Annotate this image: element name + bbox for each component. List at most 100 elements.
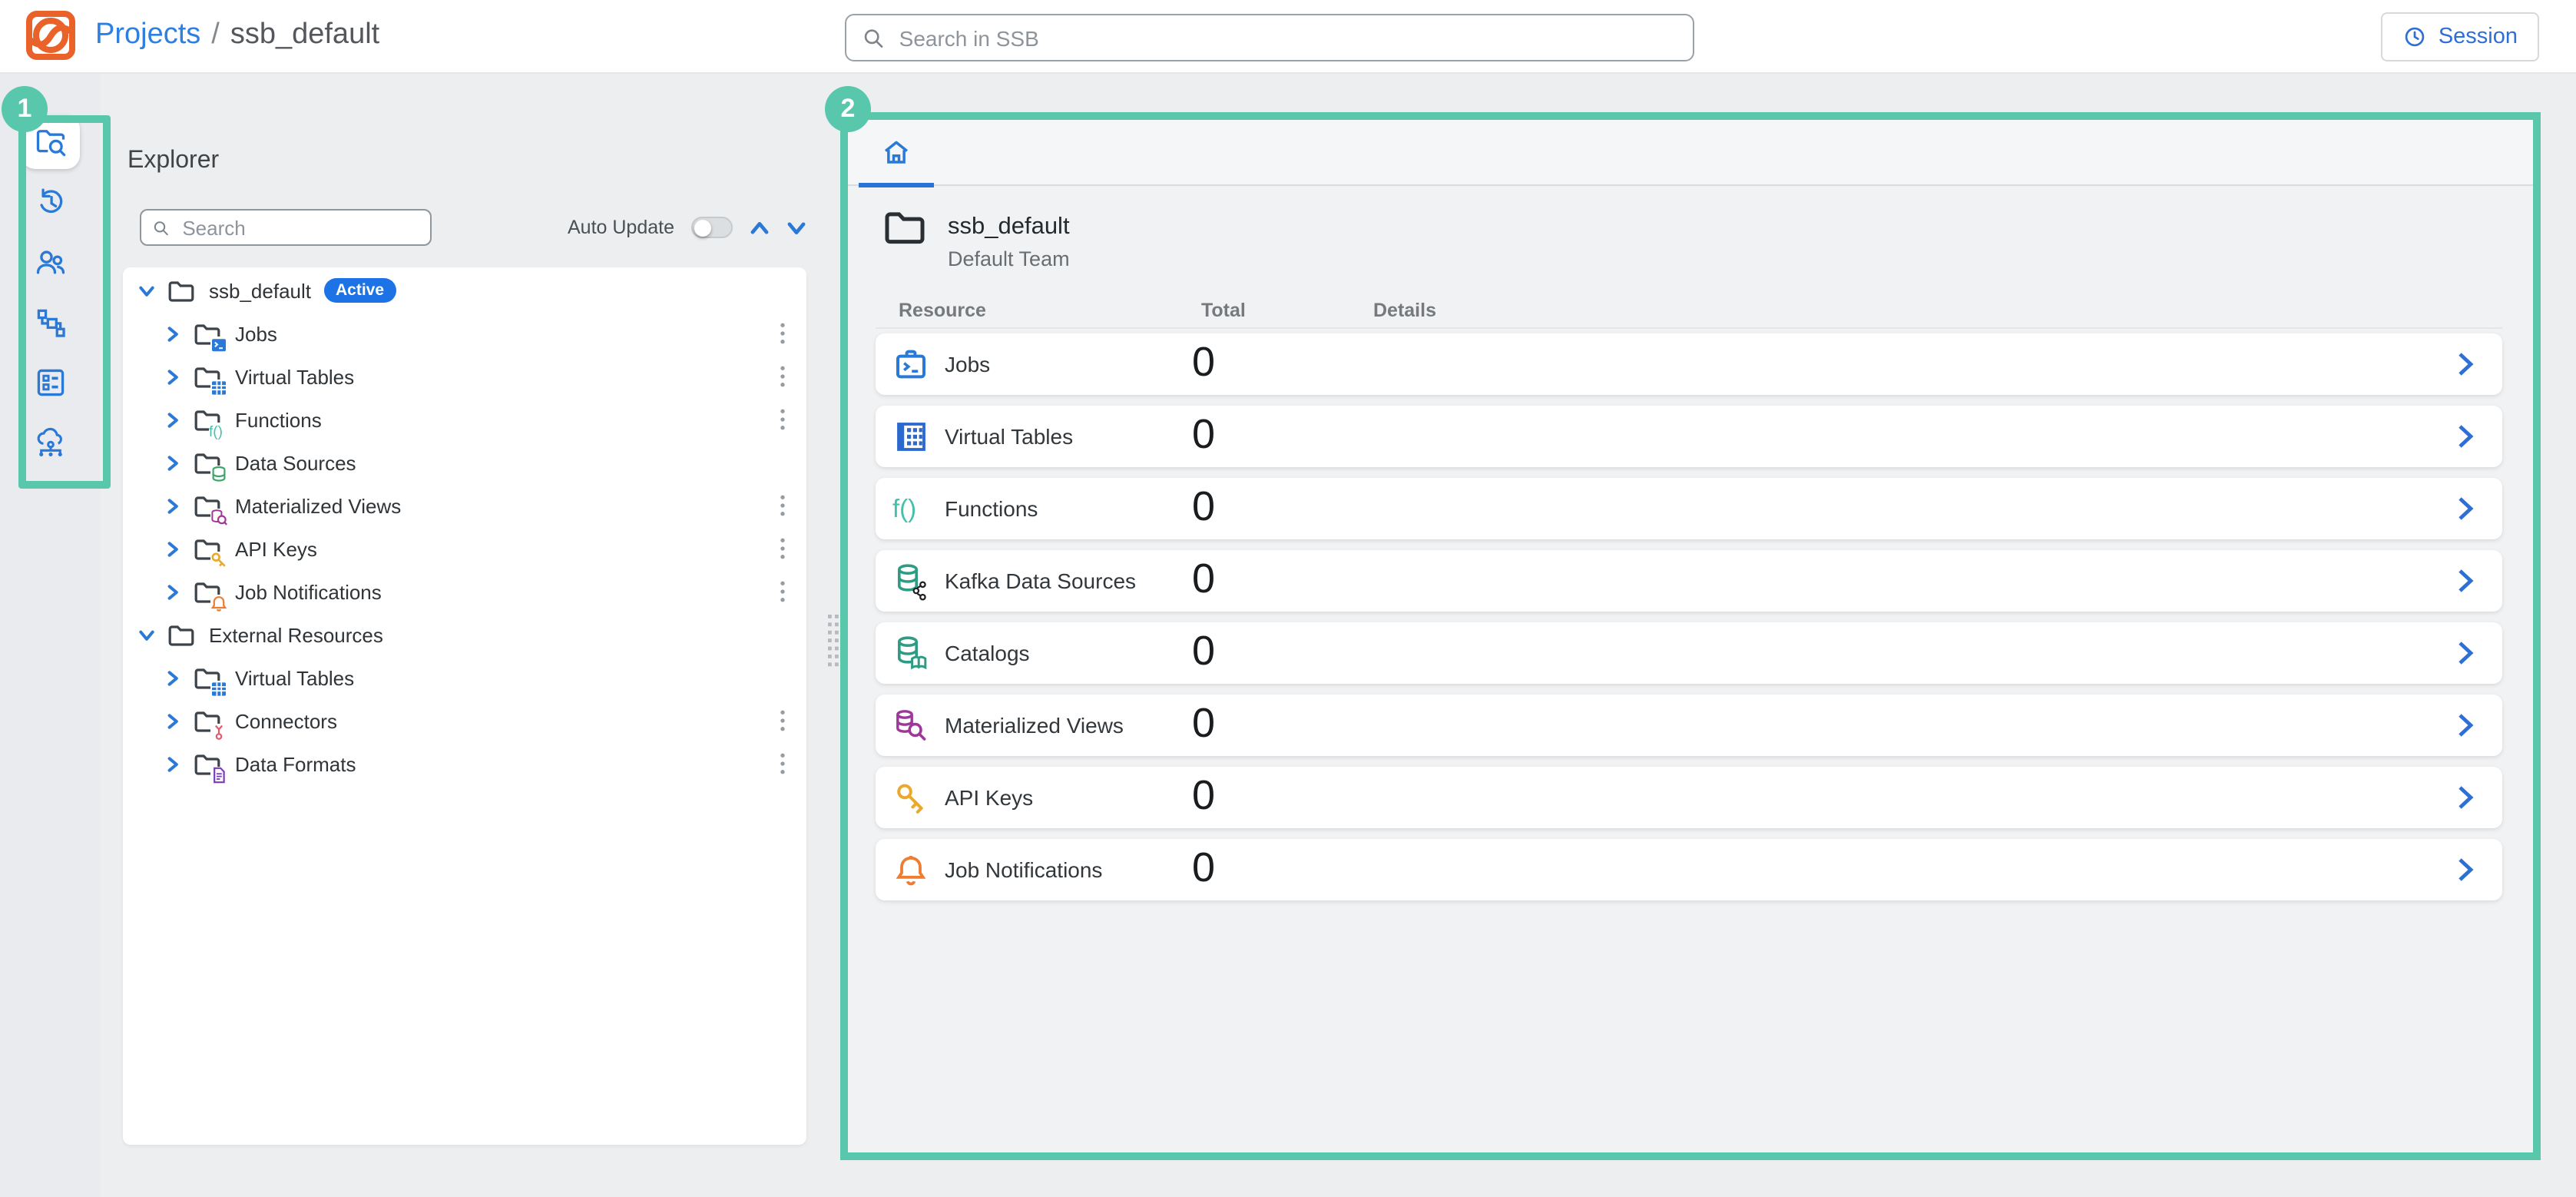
column-details: Details [1373, 300, 1436, 321]
panel-resize-handle[interactable] [826, 613, 840, 670]
breadcrumb-current: ssb_default [230, 18, 379, 52]
auto-update-toggle[interactable] [691, 217, 733, 238]
kebab-menu-icon[interactable] [779, 752, 786, 775]
kebab-menu-icon[interactable] [779, 408, 786, 431]
resource-row-functions[interactable]: f() Functions 0 [876, 478, 2502, 539]
column-resource: Resource [899, 300, 986, 321]
breadcrumb-projects-link[interactable]: Projects [95, 18, 200, 52]
session-button[interactable]: Session [2382, 12, 2539, 61]
project-header: ssb_default Default Team [883, 209, 2533, 274]
main-panel: ssb_default Default Team Resource Total … [840, 112, 2541, 1160]
chevron-right-icon[interactable] [164, 583, 181, 600]
rail-item-lineage[interactable] [21, 295, 79, 349]
expand-all-icon[interactable] [786, 217, 806, 237]
chevron-right-icon[interactable] [164, 712, 181, 729]
kebab-menu-icon[interactable] [779, 322, 786, 345]
resource-label: API Keys [945, 785, 1033, 810]
api-keys-icon [891, 778, 931, 817]
chevron-down-icon[interactable] [138, 626, 155, 643]
folder-data-formats-icon [194, 752, 221, 775]
resource-row-catalogs[interactable]: Catalogs 0 [876, 622, 2502, 684]
tree-item-label: Materialized Views [235, 494, 401, 517]
lineage-icon [33, 305, 67, 339]
chevron-down-icon[interactable] [138, 282, 155, 299]
folder-job-notifications-icon [194, 580, 221, 603]
rail-item-forms[interactable] [21, 355, 79, 409]
tree-item-materialized-views[interactable]: Materialized Views [123, 484, 806, 527]
annotation-badge-2: 2 [825, 86, 871, 132]
explorer-search-input[interactable] [179, 214, 419, 240]
tab-home[interactable] [859, 120, 934, 186]
explorer-tree: ssb_default Active Jobs [123, 267, 806, 1145]
tree-item-label: Data Sources [235, 451, 356, 474]
breadcrumb-separator: / [211, 18, 220, 52]
rail-item-history[interactable] [21, 175, 79, 229]
svg-text:f(): f() [209, 423, 223, 439]
chevron-right-icon[interactable] [164, 454, 181, 471]
chevron-right-icon [2455, 423, 2476, 450]
functions-icon: f() [891, 489, 931, 529]
folder-jobs-icon [194, 322, 221, 345]
tree-item-data-formats[interactable]: Data Formats [123, 742, 806, 785]
page-body: Explorer Auto Update ssb_default [0, 74, 2576, 1197]
chevron-right-icon[interactable] [164, 325, 181, 342]
rail-item-cloud-network[interactable] [21, 415, 79, 469]
tree-item-external-virtual-tables[interactable]: Virtual Tables [123, 656, 806, 699]
resource-label: Jobs [945, 352, 990, 376]
rail-item-users[interactable] [21, 235, 79, 289]
chevron-right-icon[interactable] [164, 368, 181, 385]
resource-row-api-keys[interactable]: API Keys 0 [876, 767, 2502, 828]
chevron-right-icon[interactable] [164, 497, 181, 514]
tree-item-connectors[interactable]: Connectors [123, 699, 806, 742]
tree-item-label: Virtual Tables [235, 666, 354, 689]
kebab-menu-icon[interactable] [779, 365, 786, 388]
annotation-badge-1: 1 [2, 86, 48, 132]
resource-row-jobs[interactable]: Jobs 0 [876, 333, 2502, 395]
folder-materialized-views-icon [194, 494, 221, 517]
tree-item-virtual-tables[interactable]: Virtual Tables [123, 355, 806, 398]
tree-item-label: Virtual Tables [235, 365, 354, 388]
kebab-menu-icon[interactable] [779, 709, 786, 732]
kebab-menu-icon[interactable] [779, 580, 786, 603]
clock-icon [2403, 25, 2428, 49]
top-header: Projects / ssb_default Session [0, 0, 2576, 74]
resource-row-kafka-data-sources[interactable]: Kafka Data Sources 0 [876, 550, 2502, 612]
resource-total: 0 [1192, 339, 1215, 386]
kebab-menu-icon[interactable] [779, 537, 786, 560]
cloud-network-icon [33, 425, 67, 459]
resource-row-materialized-views[interactable]: Materialized Views 0 [876, 695, 2502, 756]
resource-table-header: Resource Total Details [876, 300, 2502, 329]
chevron-right-icon[interactable] [164, 669, 181, 686]
users-icon [33, 245, 67, 279]
chevron-right-icon[interactable] [164, 411, 181, 428]
chevron-right-icon[interactable] [164, 540, 181, 557]
folder-virtual-tables-icon [194, 666, 221, 689]
folder-connectors-icon [194, 709, 221, 732]
chevron-right-icon [2455, 495, 2476, 522]
resource-row-job-notifications[interactable]: Job Notifications 0 [876, 839, 2502, 900]
tree-item-data-sources[interactable]: Data Sources [123, 441, 806, 484]
tree-item-jobs[interactable]: Jobs [123, 312, 806, 355]
tree-item-label: Jobs [235, 322, 277, 345]
global-search-input[interactable] [896, 24, 1677, 51]
explorer-title: Explorer [127, 148, 806, 175]
resource-row-virtual-tables[interactable]: Virtual Tables 0 [876, 406, 2502, 467]
kebab-menu-icon[interactable] [779, 494, 786, 517]
tree-item-functions[interactable]: f() Functions [123, 398, 806, 441]
tree-item-job-notifications[interactable]: Job Notifications [123, 570, 806, 613]
tree-item-ssb-default[interactable]: ssb_default Active [123, 269, 806, 312]
tree-item-external-resources[interactable]: External Resources [123, 613, 806, 656]
materialized-views-icon [891, 705, 931, 745]
chevron-right-icon [2455, 856, 2476, 884]
chevron-right-icon [2455, 567, 2476, 595]
resource-label: Kafka Data Sources [945, 569, 1136, 593]
resource-total: 0 [1192, 483, 1215, 531]
tree-item-api-keys[interactable]: API Keys [123, 527, 806, 570]
resource-label: Job Notifications [945, 857, 1102, 882]
collapse-all-icon[interactable] [750, 217, 770, 237]
search-icon [862, 25, 886, 50]
tree-item-label: ssb_default [209, 279, 311, 302]
chevron-right-icon[interactable] [164, 755, 181, 772]
catalogs-icon [891, 633, 931, 673]
resource-label: Catalogs [945, 641, 1030, 665]
